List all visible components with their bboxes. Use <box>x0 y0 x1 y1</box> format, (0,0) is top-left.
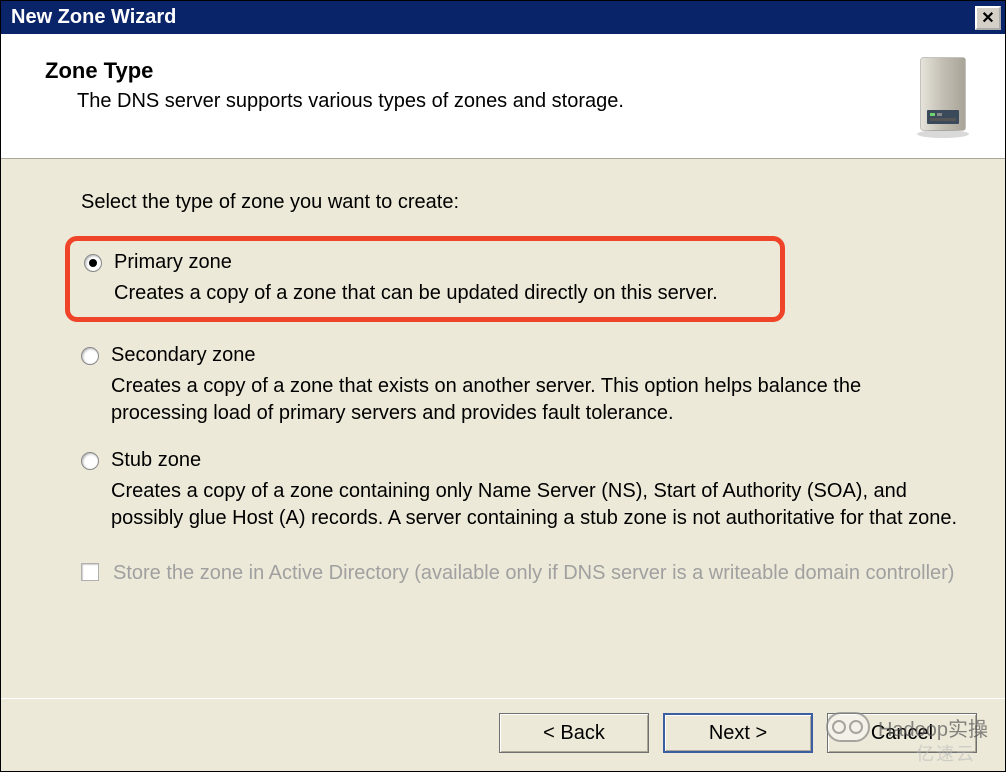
option-primary[interactable]: Primary zone <box>84 251 766 274</box>
titlebar: New Zone Wizard ✕ <box>1 1 1005 34</box>
close-button[interactable]: ✕ <box>975 6 1001 30</box>
wizard-header: Zone Type The DNS server supports variou… <box>1 34 1005 159</box>
back-button[interactable]: < Back <box>499 713 649 753</box>
wizard-content: Select the type of zone you want to crea… <box>1 159 1005 698</box>
close-icon: ✕ <box>981 8 994 28</box>
checkbox-store-ad-label: Store the zone in Active Directory (avai… <box>113 560 954 587</box>
option-stub-group: Stub zone Creates a copy of a zone conta… <box>81 449 961 532</box>
header-text: Zone Type The DNS server supports variou… <box>45 58 891 113</box>
option-primary-label: Primary zone <box>114 251 232 274</box>
page-title: Zone Type <box>45 58 891 84</box>
server-icon <box>911 52 975 140</box>
wizard-buttons: < Back Next > Cancel <box>1 698 1005 771</box>
next-button[interactable]: Next > <box>663 713 813 753</box>
radio-stub[interactable] <box>81 452 99 470</box>
window-title: New Zone Wizard <box>11 6 176 29</box>
option-secondary-group: Secondary zone Creates a copy of a zone … <box>81 344 961 427</box>
radio-secondary[interactable] <box>81 347 99 365</box>
wizard-window: New Zone Wizard ✕ Zone Type The DNS serv… <box>0 0 1006 772</box>
checkbox-store-ad <box>81 563 99 581</box>
cancel-button[interactable]: Cancel <box>827 713 977 753</box>
option-secondary-desc: Creates a copy of a zone that exists on … <box>111 373 961 427</box>
page-subtitle: The DNS server supports various types of… <box>77 90 891 113</box>
option-primary-desc: Creates a copy of a zone that can be upd… <box>114 280 766 307</box>
option-stub-desc: Creates a copy of a zone containing only… <box>111 478 961 532</box>
prompt-text: Select the type of zone you want to crea… <box>81 191 961 214</box>
option-stub-label: Stub zone <box>111 449 201 472</box>
store-ad-option: Store the zone in Active Directory (avai… <box>81 560 961 587</box>
radio-primary[interactable] <box>84 254 102 272</box>
highlighted-option: Primary zone Creates a copy of a zone th… <box>65 236 785 322</box>
option-secondary-label: Secondary zone <box>111 344 256 367</box>
option-stub[interactable]: Stub zone <box>81 449 961 472</box>
option-secondary[interactable]: Secondary zone <box>81 344 961 367</box>
